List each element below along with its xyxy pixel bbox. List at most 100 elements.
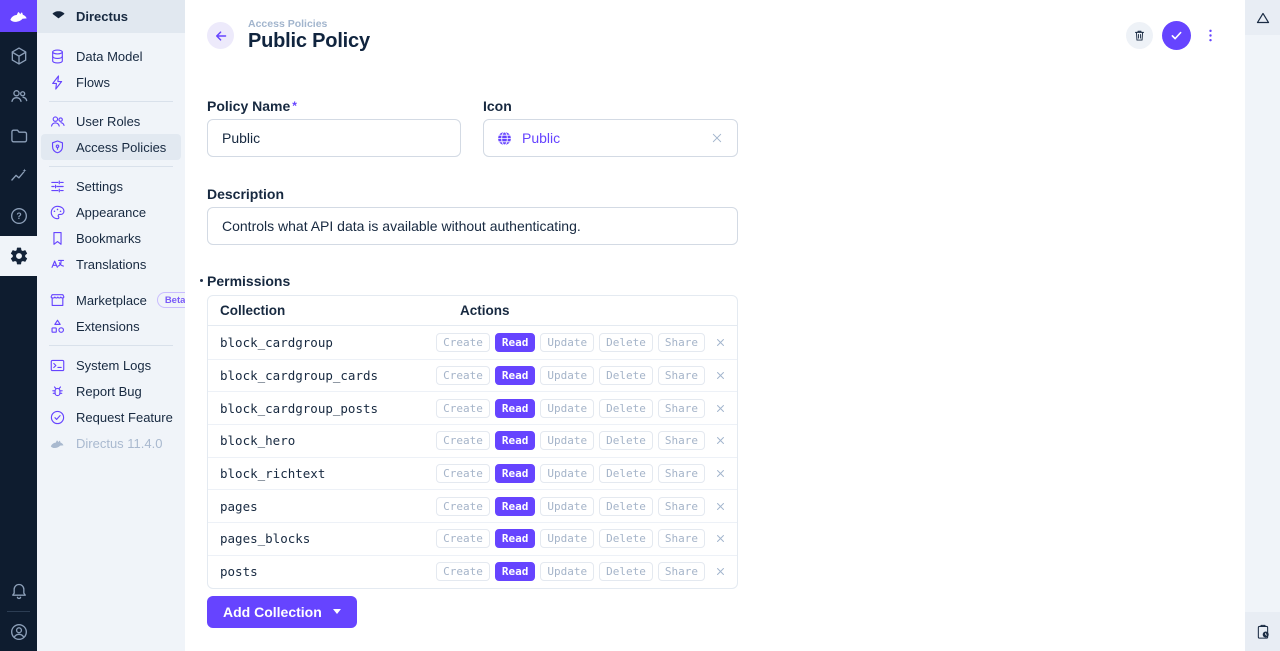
- icon-input[interactable]: Public: [483, 119, 738, 157]
- bookmark-icon: [49, 230, 66, 247]
- permission-toggle-delete[interactable]: Delete: [599, 431, 653, 450]
- sidebar-item-appearance[interactable]: Appearance: [41, 199, 181, 225]
- permission-toggle-create[interactable]: Create: [436, 333, 490, 352]
- permission-toggle-delete[interactable]: Delete: [599, 399, 653, 418]
- module-users[interactable]: [0, 76, 37, 116]
- permission-toggle-read[interactable]: Read: [495, 497, 536, 516]
- permission-toggle-delete[interactable]: Delete: [599, 497, 653, 516]
- permission-toggle-delete[interactable]: Delete: [599, 562, 653, 581]
- activity-button[interactable]: [1245, 612, 1280, 651]
- remove-row-button[interactable]: [714, 565, 727, 578]
- remove-row-button[interactable]: [714, 467, 727, 480]
- add-collection-button[interactable]: Add Collection: [207, 596, 357, 628]
- permission-toggle-read[interactable]: Read: [495, 431, 536, 450]
- clear-icon-button[interactable]: [709, 130, 725, 146]
- action-toggles: Create ReadUpdate Delete Share: [436, 431, 705, 450]
- permission-toggle-update[interactable]: Update: [540, 497, 594, 516]
- permission-toggle-share[interactable]: Share: [658, 529, 705, 548]
- main-content: Access Policies Public Policy Policy Nam…: [185, 0, 1245, 651]
- icon-field: Icon Public: [483, 98, 738, 157]
- permissions-table-header: Collection Actions: [208, 296, 737, 326]
- delete-button[interactable]: [1126, 22, 1153, 49]
- directus-logo[interactable]: [0, 0, 37, 32]
- module-settings[interactable]: [0, 236, 37, 276]
- collection-name: block_cardgroup: [220, 335, 436, 350]
- permission-toggle-read[interactable]: Read: [495, 562, 536, 581]
- module-notifications[interactable]: [0, 571, 37, 611]
- permission-toggle-share[interactable]: Share: [658, 562, 705, 581]
- module-insights[interactable]: [0, 156, 37, 196]
- sidebar-item-label: Report Bug: [76, 384, 142, 399]
- remove-row-button[interactable]: [714, 336, 727, 349]
- description-input[interactable]: [207, 207, 738, 245]
- permission-toggle-update[interactable]: Update: [540, 366, 594, 385]
- permission-toggle-share[interactable]: Share: [658, 431, 705, 450]
- permission-toggle-read[interactable]: Read: [495, 399, 536, 418]
- permission-toggle-read[interactable]: Read: [495, 464, 536, 483]
- nav-divider: [49, 166, 173, 167]
- permission-row-pages_blocks: pages_blocksCreateReadUpdateDeleteShare: [208, 522, 737, 555]
- permission-toggle-update[interactable]: Update: [540, 529, 594, 548]
- permission-toggle-update[interactable]: Update: [540, 464, 594, 483]
- storefront-icon: [49, 292, 66, 309]
- sidebar-item-request-feature[interactable]: Request Feature: [41, 404, 181, 430]
- remove-row-button[interactable]: [714, 434, 727, 447]
- module-content[interactable]: [0, 36, 37, 76]
- sidebar-item-data-model[interactable]: Data Model: [41, 43, 181, 69]
- module-files[interactable]: [0, 116, 37, 156]
- permission-toggle-create[interactable]: Create: [436, 562, 490, 581]
- sidebar-item-system-logs[interactable]: System Logs: [41, 352, 181, 378]
- permission-toggle-create[interactable]: Create: [436, 399, 490, 418]
- remove-row-button[interactable]: [714, 369, 727, 382]
- module-docs[interactable]: ?: [0, 196, 37, 236]
- project-name: Directus: [76, 9, 128, 24]
- permission-toggle-share[interactable]: Share: [658, 399, 705, 418]
- permission-toggle-create[interactable]: Create: [436, 431, 490, 450]
- permission-toggle-delete[interactable]: Delete: [599, 464, 653, 483]
- policy-name-input[interactable]: [207, 119, 461, 157]
- breadcrumb[interactable]: Access Policies: [248, 18, 370, 30]
- sidebar-item-report-bug[interactable]: Report Bug: [41, 378, 181, 404]
- more-options-button[interactable]: [1200, 27, 1221, 44]
- remove-row-button[interactable]: [714, 500, 727, 513]
- sidebar-item-label: Flows: [76, 75, 110, 90]
- permission-toggle-read[interactable]: Read: [495, 333, 536, 352]
- permission-toggle-delete[interactable]: Delete: [599, 366, 653, 385]
- sidebar-item-marketplace[interactable]: MarketplaceBeta: [41, 287, 181, 313]
- policy-form: Policy Name* Icon Public Description Per…: [185, 53, 738, 651]
- sidebar-item-bookmarks[interactable]: Bookmarks: [41, 225, 181, 251]
- sidebar-item-user-roles[interactable]: User Roles: [41, 108, 181, 134]
- column-header-collection: Collection: [220, 303, 460, 318]
- description-field: Description: [207, 186, 738, 245]
- permission-toggle-delete[interactable]: Delete: [599, 333, 653, 352]
- permission-toggle-update[interactable]: Update: [540, 333, 594, 352]
- remove-row-button[interactable]: [714, 402, 727, 415]
- sidebar-item-translations[interactable]: Translations: [41, 251, 181, 277]
- remove-row-button[interactable]: [714, 532, 727, 545]
- project-chooser[interactable]: Directus: [37, 0, 185, 33]
- permission-toggle-read[interactable]: Read: [495, 366, 536, 385]
- permission-toggle-create[interactable]: Create: [436, 497, 490, 516]
- permission-toggle-create[interactable]: Create: [436, 366, 490, 385]
- permission-toggle-update[interactable]: Update: [540, 431, 594, 450]
- save-button[interactable]: [1162, 21, 1191, 50]
- permission-toggle-update[interactable]: Update: [540, 399, 594, 418]
- check-icon: [1169, 28, 1184, 43]
- permission-toggle-share[interactable]: Share: [658, 497, 705, 516]
- terminal-icon: [49, 357, 66, 374]
- back-button[interactable]: [207, 22, 234, 49]
- permission-toggle-create[interactable]: Create: [436, 464, 490, 483]
- permission-toggle-read[interactable]: Read: [495, 529, 536, 548]
- permission-toggle-share[interactable]: Share: [658, 366, 705, 385]
- sidebar-item-settings[interactable]: Settings: [41, 173, 181, 199]
- sidebar-item-flows[interactable]: Flows: [41, 69, 181, 95]
- module-account[interactable]: [0, 612, 37, 651]
- permission-toggle-share[interactable]: Share: [658, 333, 705, 352]
- sidebar-item-extensions[interactable]: Extensions: [41, 313, 181, 339]
- permission-toggle-share[interactable]: Share: [658, 464, 705, 483]
- permission-toggle-update[interactable]: Update: [540, 562, 594, 581]
- sidebar-toggle-button[interactable]: [1245, 0, 1280, 35]
- permission-toggle-delete[interactable]: Delete: [599, 529, 653, 548]
- permission-toggle-create[interactable]: Create: [436, 529, 490, 548]
- sidebar-item-access-policies[interactable]: Access Policies: [41, 134, 181, 160]
